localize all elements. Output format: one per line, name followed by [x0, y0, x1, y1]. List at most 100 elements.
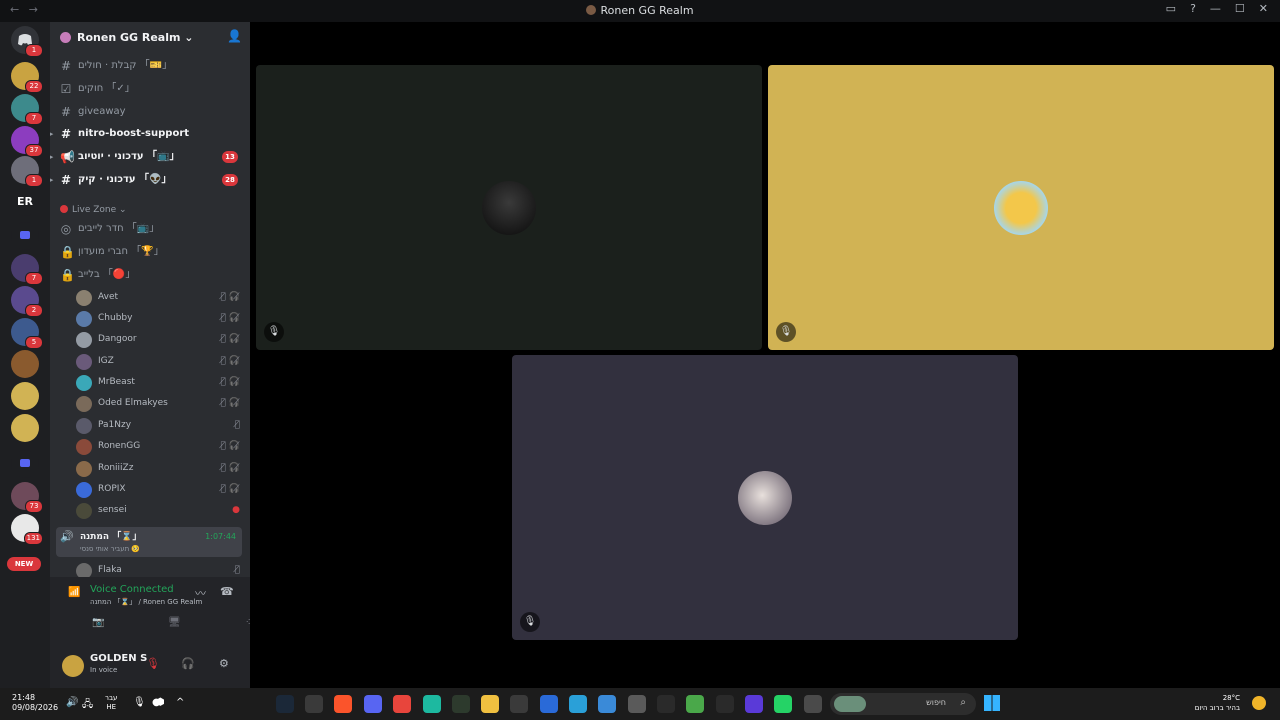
participant-tile[interactable]: 🎙	[256, 65, 762, 350]
maximize-button[interactable]: ☐	[1235, 2, 1245, 15]
server-icon[interactable]: 131	[11, 514, 43, 545]
participant-tile[interactable]: 🎙	[768, 65, 1274, 350]
voice-channel-item[interactable]: 🔒 בלייב 「🔴」	[56, 265, 244, 285]
server-icon[interactable]: 37	[11, 126, 43, 157]
channel-item[interactable]: ☑ חוקים 「✓」	[56, 79, 244, 99]
server-icon[interactable]	[11, 382, 39, 410]
channel-item[interactable]: ▶ # עדכוני · קיק 「👽」 28	[50, 170, 244, 190]
app-icon[interactable]	[745, 695, 763, 713]
voice-location[interactable]: המתנה 「⌛」 / Ronen GG Realm	[90, 597, 202, 607]
app-icon[interactable]	[804, 695, 822, 713]
help-icon[interactable]: ?	[1190, 2, 1196, 15]
brave-icon[interactable]	[334, 695, 352, 713]
app-icon[interactable]	[510, 695, 528, 713]
voice-user[interactable]: Avet 🎙̸ 🎧̸	[76, 287, 242, 307]
search-placeholder: חיפוש	[926, 698, 946, 707]
expand-arrow-icon[interactable]: ▶	[50, 124, 53, 144]
server-badge: 2	[25, 304, 43, 317]
screen-share-icon[interactable]: 🖥	[168, 617, 181, 628]
chevron-up-icon[interactable]: ^	[176, 697, 184, 708]
language-indicator[interactable]: עבר HE	[105, 694, 117, 712]
noise-suppression-icon[interactable]: 〰	[195, 585, 206, 601]
folder-icon[interactable]	[11, 222, 39, 250]
channel-item[interactable]: ▶ # nitro-boost-support	[50, 124, 244, 144]
server-icon[interactable]: 22	[11, 62, 43, 93]
app-icon[interactable]	[716, 695, 734, 713]
discord-home-icon[interactable]: 1	[11, 26, 43, 57]
app-icon[interactable]	[305, 695, 323, 713]
server-icon[interactable]: 7	[11, 94, 43, 125]
close-button[interactable]: ✕	[1259, 2, 1268, 15]
system-clock[interactable]: 21:48 09/08/2026	[12, 693, 58, 713]
server-icon[interactable]: 7	[11, 254, 43, 285]
store-icon[interactable]	[628, 695, 646, 713]
server-icon[interactable]: 5	[11, 318, 43, 349]
server-icon[interactable]	[11, 414, 39, 442]
muted-mic-icon: 🎙	[776, 322, 796, 342]
voice-channel-item[interactable]: ◎ חדר לייבים 「📺」	[56, 219, 244, 239]
settings-gear-icon[interactable]: ⚙	[219, 657, 229, 670]
category-live-zone[interactable]: Live Zone ⌄	[60, 205, 127, 215]
active-voice-channel[interactable]: 🔊 המתנה 「⌛」 1:07:44 תעביר אותי סנסי 🥺	[56, 527, 242, 557]
epic-icon[interactable]	[657, 695, 675, 713]
voice-user[interactable]: ROPIX 🎙̸ 🎧̸	[76, 479, 242, 499]
steam-icon[interactable]	[276, 695, 294, 713]
windows-start-icon[interactable]	[984, 695, 1000, 711]
voice-user[interactable]: Oded Elmakyes 🎙̸ 🎧̸	[76, 393, 242, 413]
channel-label: חברי מועדון 「🏆」	[78, 246, 164, 257]
window-title-text: Ronen GG Realm	[600, 4, 694, 17]
voice-user[interactable]: RonenGG 🎙̸ 🎧̸	[76, 436, 242, 456]
voice-user[interactable]: MrBeast 🎙̸ 🎧̸	[76, 372, 242, 392]
file-explorer-icon[interactable]	[481, 695, 499, 713]
expand-arrow-icon[interactable]: ▶	[50, 170, 53, 190]
app-icon[interactable]	[423, 695, 441, 713]
server-badge: 5	[25, 336, 43, 349]
expand-arrow-icon[interactable]: ▶	[50, 147, 53, 167]
chrome-icon[interactable]	[393, 695, 411, 713]
new-badge: NEW	[7, 557, 41, 571]
app-icon[interactable]	[598, 695, 616, 713]
network-icon[interactable]: 🖧	[82, 697, 93, 714]
server-header[interactable]: Ronen GG Realm ⌄ 👤	[50, 22, 250, 54]
minimize-button[interactable]: —	[1210, 2, 1221, 15]
whatsapp-icon[interactable]	[774, 695, 792, 713]
participant-tile[interactable]: 🎙	[512, 355, 1018, 640]
inbox-icon[interactable]: ▭	[1166, 2, 1176, 15]
voice-user[interactable]: Pa1Nzy 🎙̸	[76, 415, 242, 435]
server-icon[interactable]: ER	[11, 188, 39, 216]
folder-icon[interactable]	[11, 450, 39, 478]
server-icon[interactable]: 1	[11, 156, 43, 187]
muted-icon: 🎙̸	[234, 420, 240, 430]
app-icon[interactable]	[452, 695, 470, 713]
voice-user[interactable]: Dangoor 🎙̸ 🎧̸	[76, 329, 242, 349]
volume-icon[interactable]: 🔊	[66, 697, 78, 708]
edge-icon[interactable]	[569, 695, 587, 713]
headphones-icon[interactable]: 🎧	[181, 657, 195, 670]
server-icon[interactable]: 73	[11, 482, 43, 513]
mic-muted-icon[interactable]: 🎙	[146, 657, 160, 670]
voice-channel-item[interactable]: 🔒 חברי מועדון 「🏆」	[56, 242, 244, 262]
channel-item[interactable]: ▶ 📢 עדכוני · יוטיוב 「📺」 13	[50, 147, 244, 167]
mention-badge: 13	[222, 151, 238, 163]
speaker-icon: 🔊	[60, 530, 74, 543]
channel-item[interactable]: # giveaway	[56, 102, 244, 122]
add-member-icon[interactable]: 👤	[227, 29, 242, 43]
camera-off-icon[interactable]: 📷	[92, 617, 104, 628]
channel-item[interactable]: # קבלת · חולים 「🎫」	[56, 56, 244, 76]
voice-user[interactable]: Chubby 🎙̸ 🎧̸	[76, 308, 242, 328]
app-icon[interactable]	[540, 695, 558, 713]
mic-tray-icon[interactable]: 🎙	[133, 697, 146, 708]
disconnect-icon[interactable]: ☎	[220, 585, 234, 598]
voice-user[interactable]: IGZ 🎙̸ 🎧̸	[76, 351, 242, 371]
discord-taskbar-icon[interactable]	[364, 695, 382, 713]
weather-widget[interactable]: 28°C בהיר ברוב היום	[1195, 693, 1240, 713]
minecraft-icon[interactable]	[686, 695, 704, 713]
voice-user[interactable]: sensei ●	[76, 500, 242, 520]
avatar[interactable]	[62, 655, 84, 677]
taskbar-search[interactable]: חיפוש ⌕	[830, 693, 976, 715]
voice-user[interactable]: RoniiiZz 🎙̸ 🎧̸	[76, 458, 242, 478]
signal-icon[interactable]: 📶	[68, 587, 80, 598]
server-icon[interactable]: 2	[11, 286, 43, 317]
tray-app-icon[interactable]: ⬢	[156, 697, 165, 708]
server-icon[interactable]	[11, 350, 39, 378]
